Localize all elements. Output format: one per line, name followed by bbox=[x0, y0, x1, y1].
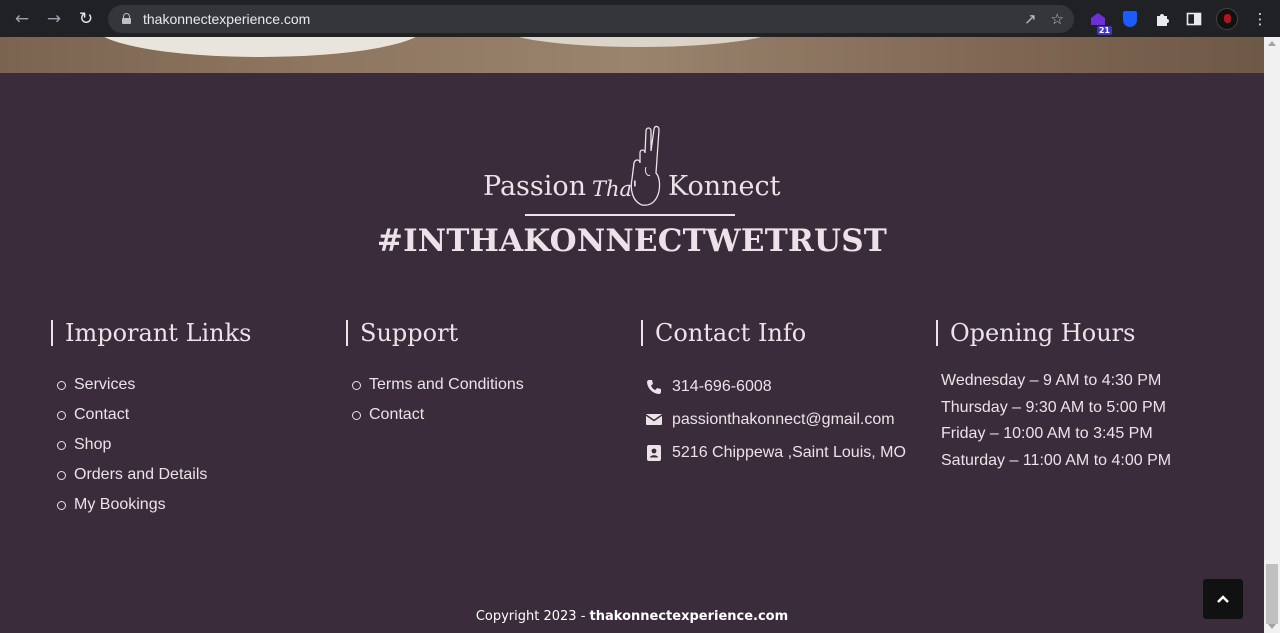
link-orders-and-details[interactable]: Orders and Details bbox=[57, 460, 252, 490]
address-book-icon bbox=[646, 444, 662, 461]
link-label[interactable]: Shop bbox=[74, 436, 111, 454]
link-label[interactable]: Contact bbox=[74, 406, 129, 424]
logo-word-passion: Passion bbox=[483, 171, 587, 202]
extension-badge-count: 21 bbox=[1096, 25, 1112, 35]
contact-info-column: Contact Info 314-696-6008 passionthakonn… bbox=[641, 319, 906, 469]
circle-bullet-icon bbox=[352, 410, 361, 420]
link-label[interactable]: Terms and Conditions bbox=[369, 376, 524, 394]
scroll-up-arrow-icon[interactable] bbox=[1268, 41, 1276, 46]
contact-address[interactable]: 5216 Chippewa ,Saint Louis, MO bbox=[646, 436, 906, 469]
page-scrollbar[interactable] bbox=[1264, 37, 1280, 633]
link-label[interactable]: My Bookings bbox=[74, 496, 166, 514]
email-address[interactable]: passionthakonnect@gmail.com bbox=[672, 411, 895, 429]
opening-hours-title: Opening Hours bbox=[950, 319, 1136, 347]
link-label[interactable]: Services bbox=[74, 376, 135, 394]
bitwarden-shield-icon[interactable] bbox=[1120, 9, 1140, 29]
url-text[interactable]: thakonnectexperience.com bbox=[143, 11, 310, 27]
link-label[interactable]: Orders and Details bbox=[74, 466, 207, 484]
contact-info-heading: Contact Info bbox=[641, 319, 906, 347]
address-bar[interactable]: thakonnectexperience.com ↗ ☆ bbox=[108, 4, 1074, 33]
circle-bullet-icon bbox=[57, 470, 66, 480]
link-support-contact[interactable]: Contact bbox=[352, 400, 524, 430]
crossed-fingers-icon bbox=[630, 125, 661, 206]
contact-list: 314-696-6008 passionthakonnect@gmail.com… bbox=[646, 370, 906, 469]
circle-bullet-icon bbox=[57, 380, 66, 390]
reload-icon[interactable]: ↻ bbox=[70, 3, 102, 35]
hours-line: Saturday – 11:00 AM to 4:00 PM bbox=[941, 452, 1172, 470]
link-terms-and-conditions[interactable]: Terms and Conditions bbox=[352, 370, 524, 400]
contact-email[interactable]: passionthakonnect@gmail.com bbox=[646, 403, 906, 436]
important-links-column: Imporant Links Services Contact Shop Ord… bbox=[51, 319, 252, 520]
circle-bullet-icon bbox=[352, 380, 361, 390]
side-panel-icon[interactable] bbox=[1184, 9, 1204, 29]
heading-bar bbox=[346, 320, 348, 346]
phone-icon bbox=[646, 379, 662, 395]
opening-hours-list: Wednesday – 9 AM to 4:30 PM Thursday – 9… bbox=[941, 368, 1171, 475]
hours-line: Wednesday – 9 AM to 4:30 PM bbox=[941, 372, 1162, 389]
copyright-prefix: Copyright 2023 - bbox=[475, 609, 590, 624]
envelope-icon bbox=[646, 412, 662, 428]
copyright-text: Copyright 2023 - thakonnectexperience.co… bbox=[0, 609, 1264, 624]
important-links-heading: Imporant Links bbox=[51, 319, 252, 347]
hours-line: Friday – 10:00 AM to 3:45 PM bbox=[941, 425, 1153, 443]
chevron-up-icon bbox=[1217, 595, 1229, 603]
section-image-strip bbox=[0, 37, 1264, 73]
extension-badge-icon[interactable]: 21 bbox=[1088, 9, 1112, 35]
lock-icon[interactable] bbox=[122, 13, 131, 24]
back-arrow-icon[interactable]: ← bbox=[6, 3, 38, 35]
important-links-title: Imporant Links bbox=[65, 319, 252, 347]
important-links-list: Services Contact Shop Orders and Details… bbox=[57, 370, 252, 520]
forward-arrow-icon[interactable]: → bbox=[38, 3, 70, 35]
opening-hours-column: Opening Hours Wednesday – 9 AM to 4:30 P… bbox=[936, 319, 1171, 475]
share-icon[interactable]: ↗ bbox=[1024, 10, 1037, 28]
heading-bar bbox=[51, 320, 53, 346]
link-label[interactable]: Contact bbox=[369, 406, 424, 424]
circle-bullet-icon bbox=[57, 500, 66, 510]
hours-line: Thursday – 9:30 AM to 5:00 PM bbox=[941, 398, 1167, 416]
link-shop[interactable]: Shop bbox=[57, 430, 252, 460]
profile-avatar[interactable] bbox=[1216, 7, 1238, 30]
circle-bullet-icon bbox=[57, 440, 66, 450]
link-services[interactable]: Services bbox=[57, 370, 252, 400]
contact-phone[interactable]: 314-696-6008 bbox=[646, 370, 906, 403]
scroll-to-top-button[interactable] bbox=[1203, 579, 1243, 619]
support-column: Support Terms and Conditions Contact bbox=[346, 319, 524, 430]
street-address: 5216 Chippewa ,Saint Louis, MO bbox=[672, 443, 906, 461]
phone-number[interactable]: 314-696-6008 bbox=[672, 378, 772, 396]
logo-underline bbox=[525, 214, 735, 216]
more-menu-icon[interactable]: ⋮ bbox=[1250, 9, 1270, 29]
site-footer: Passion Tha' Konnect #INTHAKONNECTWETRUS… bbox=[0, 73, 1264, 633]
copyright-site: thakonnectexperience.com bbox=[589, 609, 789, 624]
bookmark-star-icon[interactable]: ☆ bbox=[1051, 10, 1064, 28]
scroll-down-arrow-icon[interactable] bbox=[1268, 624, 1276, 629]
scrollbar-thumb[interactable] bbox=[1266, 564, 1278, 624]
browser-toolbar: ← → ↻ thakonnectexperience.com ↗ ☆ 21 ⋮ bbox=[0, 0, 1280, 37]
support-links-list: Terms and Conditions Contact bbox=[352, 370, 524, 430]
extensions-puzzle-icon[interactable] bbox=[1152, 9, 1172, 29]
support-title: Support bbox=[360, 319, 459, 347]
circle-bullet-icon bbox=[57, 410, 66, 420]
support-heading: Support bbox=[346, 319, 524, 347]
link-my-bookings[interactable]: My Bookings bbox=[57, 490, 252, 520]
heading-bar bbox=[641, 320, 643, 346]
brand-logo[interactable]: Passion Tha' Konnect bbox=[0, 73, 1264, 223]
logo-word-konnect: Konnect bbox=[668, 171, 781, 202]
contact-info-title: Contact Info bbox=[655, 319, 807, 347]
opening-hours-heading: Opening Hours bbox=[936, 319, 1171, 347]
hashtag-heading: #INTHAKONNECTWETRUST bbox=[376, 223, 888, 259]
link-contact[interactable]: Contact bbox=[57, 400, 252, 430]
heading-bar bbox=[936, 320, 938, 346]
